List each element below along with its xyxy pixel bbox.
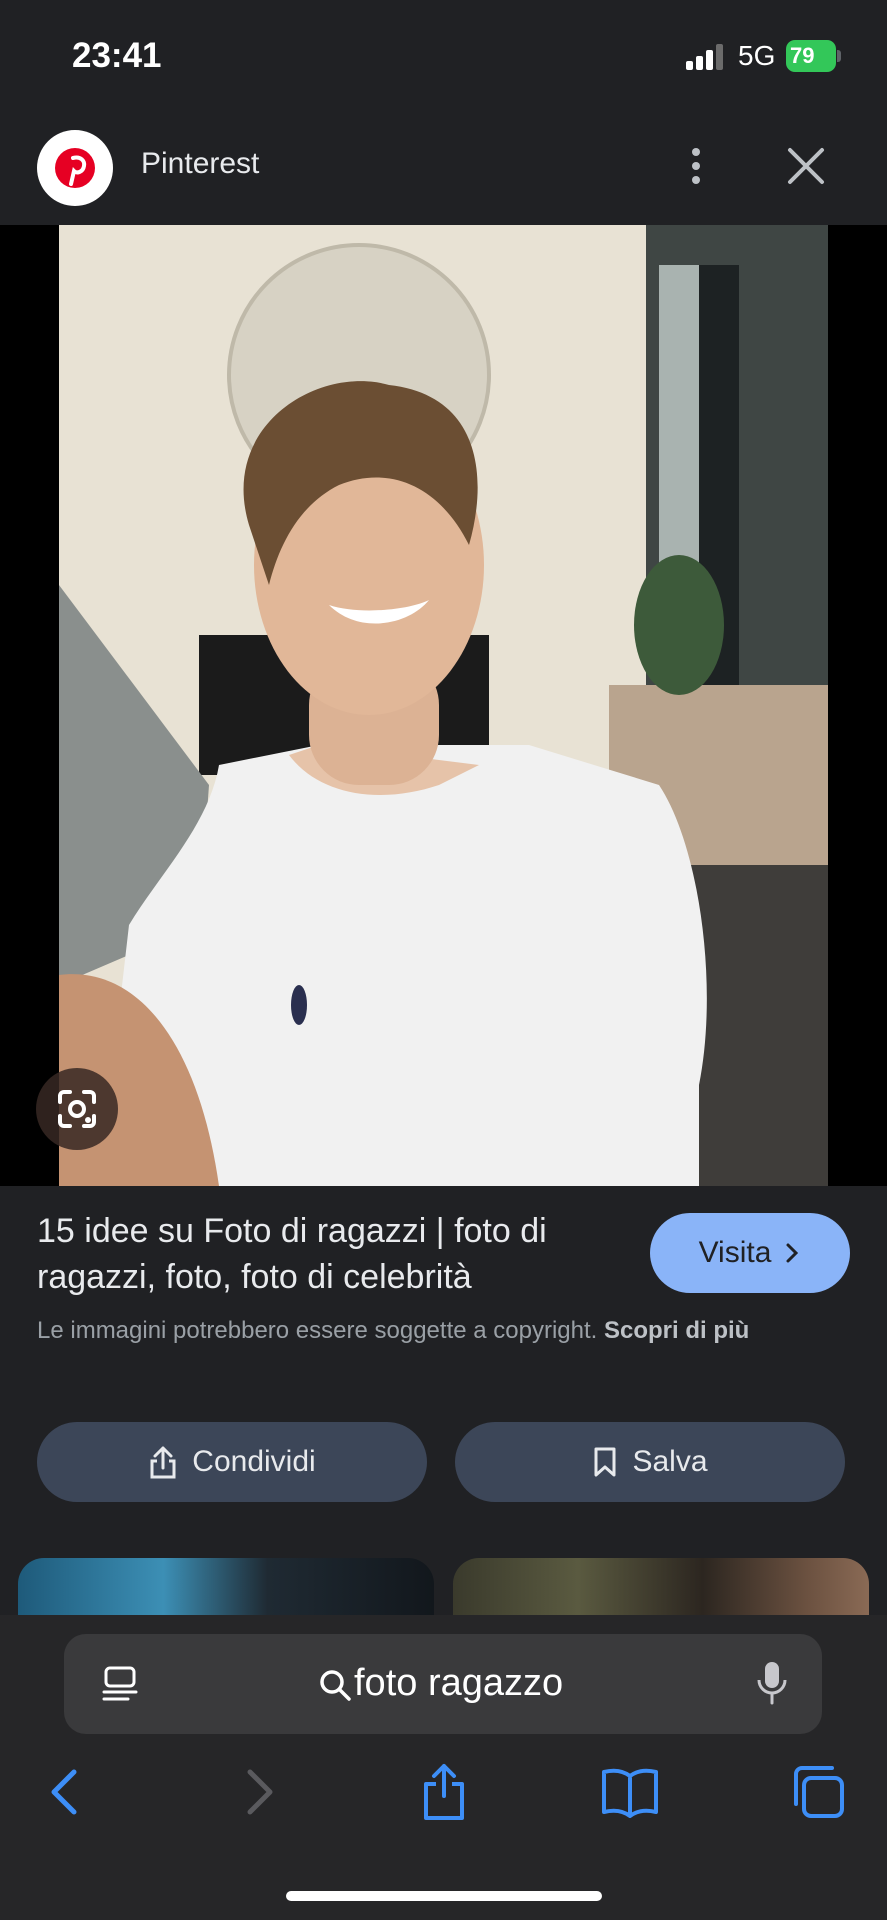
network-type: 5G — [738, 40, 776, 71]
tabs-icon[interactable] — [788, 1762, 848, 1822]
bookmarks-book-icon[interactable] — [600, 1762, 660, 1822]
battery-icon: 79 — [786, 40, 842, 72]
battery-level: 79 — [790, 43, 815, 68]
forward-icon[interactable] — [228, 1762, 288, 1822]
result-title[interactable]: 15 idee su Foto di ragazzi | foto di rag… — [37, 1208, 627, 1300]
back-icon[interactable] — [36, 1762, 96, 1822]
microphone-icon[interactable] — [754, 1660, 790, 1706]
share-button[interactable]: Condividi — [37, 1422, 427, 1502]
search-icon — [320, 1670, 351, 1701]
reader-mode-icon[interactable] — [100, 1664, 140, 1704]
status-time: 23:41 — [72, 36, 162, 75]
visit-button-label: Visita — [698, 1236, 772, 1269]
address-text[interactable]: foto ragazzo — [354, 1662, 563, 1705]
result-image[interactable] — [59, 225, 828, 1186]
save-button-label: Salva — [632, 1445, 708, 1478]
share-icon[interactable] — [414, 1762, 474, 1822]
close-icon[interactable] — [780, 140, 832, 192]
related-image-thumbnail[interactable] — [453, 1558, 869, 1618]
site-name[interactable]: Pinterest — [141, 147, 259, 181]
chevron-right-icon — [786, 1243, 799, 1263]
bookmark-icon — [594, 1447, 616, 1477]
home-indicator — [286, 1891, 602, 1901]
copyright-notice: Le immagini potrebbero essere soggette a… — [37, 1312, 827, 1349]
viewer-header — [0, 115, 887, 225]
visit-button[interactable]: Visita — [650, 1213, 850, 1293]
cellular-signal-icon — [686, 44, 723, 70]
pinterest-logo-icon[interactable] — [37, 130, 113, 206]
more-vertical-icon[interactable] — [670, 140, 722, 192]
save-button[interactable]: Salva — [455, 1422, 845, 1502]
copyright-text: Le immagini potrebbero essere soggette a… — [37, 1317, 598, 1344]
share-icon — [150, 1446, 176, 1479]
related-image-thumbnail[interactable] — [18, 1558, 434, 1618]
google-lens-icon[interactable] — [36, 1068, 118, 1150]
learn-more-link[interactable]: Scopri di più — [604, 1317, 749, 1344]
share-button-label: Condividi — [192, 1445, 316, 1478]
